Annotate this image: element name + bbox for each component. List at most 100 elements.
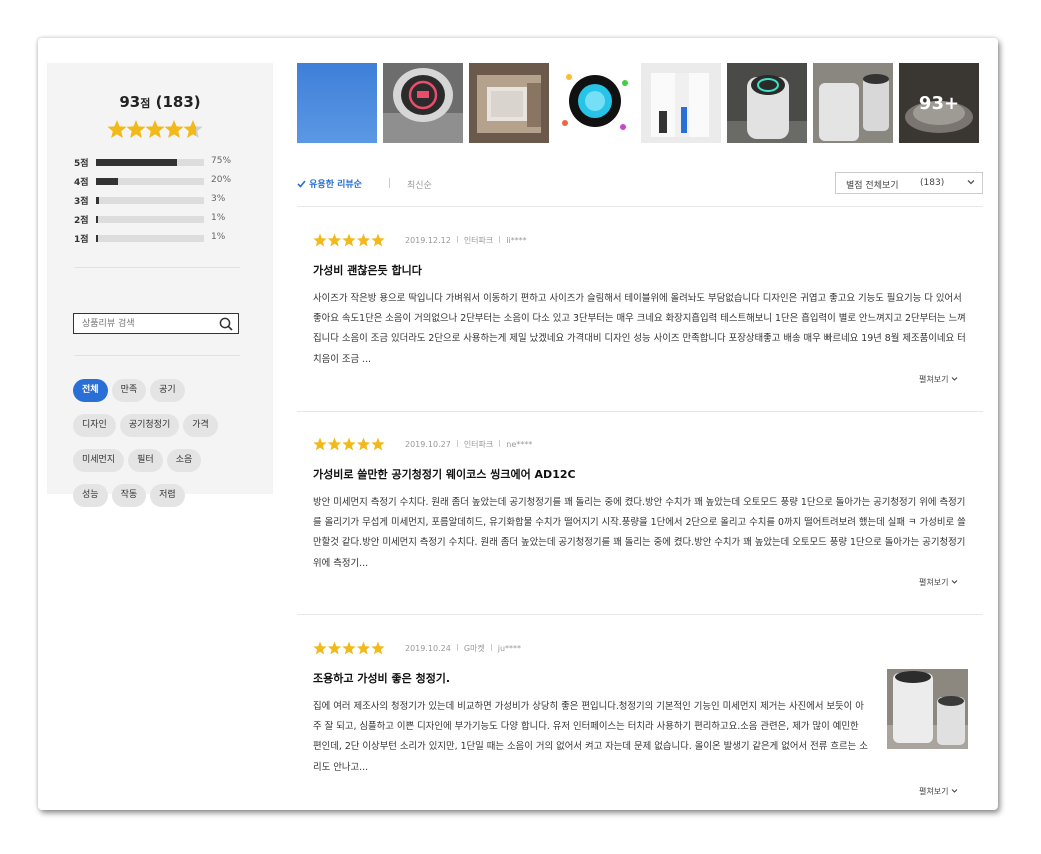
rating-bar-fill <box>96 178 118 185</box>
divider <box>499 236 501 243</box>
review-source: 인터파크 <box>463 236 494 245</box>
review-photo[interactable] <box>727 63 807 143</box>
review-panel: 93점 (183) 5점 75% 4점 20% 3점 3% 2점 1% 1점 1… <box>38 38 998 810</box>
divider <box>74 267 240 268</box>
chevron-down-icon <box>967 180 975 185</box>
review-meta: 2019.10.27 인터파크 ne**** <box>405 439 532 450</box>
review-photo[interactable] <box>813 63 893 143</box>
review-search-input[interactable] <box>82 316 212 331</box>
review-title: 조용하고 가성비 좋은 청정기. <box>313 672 451 685</box>
review-meta: 2019.10.24 G마켓 ju**** <box>405 643 521 654</box>
review-title: 가성비 괜찮은듯 합니다 <box>313 264 422 277</box>
rating-filter-label: 별점 전체보기 <box>846 181 899 191</box>
tag-design[interactable]: 디자인 <box>73 414 116 437</box>
expand-review-button[interactable]: 펼쳐보기 <box>919 577 958 588</box>
divider <box>456 236 458 243</box>
expand-review-button[interactable]: 펼쳐보기 <box>919 374 958 385</box>
chevron-down-icon <box>951 377 958 381</box>
rating-bar-track <box>96 178 204 185</box>
review-attached-photo[interactable] <box>887 669 968 749</box>
tag-fine-dust[interactable]: 미세먼지 <box>73 449 125 472</box>
chevron-down-icon <box>951 580 958 584</box>
review-body: 집에 여러 제조사의 청정기가 있는데 비교하면 가성비가 상당히 좋은 편입니… <box>313 701 868 773</box>
expand-review-button[interactable]: 펼쳐보기 <box>919 786 958 797</box>
tag-air[interactable]: 공기 <box>150 379 185 402</box>
review-photo[interactable] <box>641 63 721 143</box>
expand-label: 펼쳐보기 <box>919 375 949 384</box>
divider <box>499 440 501 447</box>
review-title: 가성비로 쓸만한 공기청정기 웨이코스 씽크에어 AD12C <box>313 468 576 481</box>
rating-bar-label: 4점 <box>74 178 89 188</box>
sort-helpful-label: 유용한 리뷰순 <box>309 180 362 190</box>
review-count: (183) <box>155 93 201 111</box>
rating-bar-fill <box>96 159 177 166</box>
rating-bar-track <box>96 216 204 223</box>
review-source: 인터파크 <box>463 440 494 449</box>
keyword-tags: 전체 만족 공기 디자인 공기청정기 가격 미세먼지 필터 소음 성능 작동 저렴 <box>73 377 253 517</box>
tag-satisfaction[interactable]: 만족 <box>111 379 147 402</box>
divider <box>297 206 983 207</box>
review-stars-icon <box>313 233 385 247</box>
review-item: 2019.12.12 인터파크 li**** 가성비 괜찮은듯 합니다 사이즈가 작… <box>313 233 973 393</box>
review-item: 2019.10.27 인터파크 ne**** 가성비로 쓸만한 공기청정기 웨이코스… <box>313 437 973 597</box>
rating-bar-track <box>96 159 204 166</box>
divider <box>456 440 458 447</box>
more-photos-count[interactable]: 93+ <box>899 63 979 143</box>
tag-air-purifier[interactable]: 공기청정기 <box>119 414 180 437</box>
search-icon[interactable] <box>219 317 233 331</box>
review-stars-icon <box>313 437 385 451</box>
review-stars-icon <box>313 641 385 655</box>
review-date: 2019.12.12 <box>405 236 451 245</box>
divider <box>297 411 983 412</box>
tag-cheap[interactable]: 저렴 <box>150 484 185 507</box>
tag-filter[interactable]: 필터 <box>128 449 163 472</box>
review-source: G마켓 <box>463 644 485 653</box>
rating-bar-label: 1점 <box>74 235 89 245</box>
rating-bar-percent: 20% <box>211 175 232 185</box>
review-search-box[interactable] <box>73 313 239 334</box>
review-photo-strip: 93+ <box>297 63 983 143</box>
rating-bar-percent: 75% <box>211 156 232 166</box>
sort-bar: 유용한 리뷰순 최신순 별점 전체보기 (183) <box>297 172 983 196</box>
rating-bar-label: 2점 <box>74 216 89 226</box>
review-user: ju**** <box>497 644 522 653</box>
divider <box>490 644 492 651</box>
rating-summary-sidebar: 93점 (183) 5점 75% 4점 20% 3점 3% 2점 1% 1점 1… <box>47 63 273 507</box>
score-unit: 점 <box>140 97 151 110</box>
tag-operation[interactable]: 작동 <box>111 484 147 507</box>
review-photo[interactable] <box>297 63 377 143</box>
rating-bar-track <box>96 197 204 204</box>
expand-label: 펼쳐보기 <box>919 578 949 587</box>
chevron-down-icon <box>951 789 958 793</box>
rating-bar-fill <box>96 197 100 204</box>
rating-bar-percent: 1% <box>211 213 226 223</box>
tag-all[interactable]: 전체 <box>73 379 108 402</box>
rating-filter-count: (183) <box>920 178 945 188</box>
rating-bar-fill <box>96 235 98 242</box>
tag-price[interactable]: 가격 <box>183 414 218 437</box>
tag-noise[interactable]: 소음 <box>166 449 202 472</box>
sort-helpful-tab[interactable]: 유용한 리뷰순 <box>297 177 362 190</box>
divider <box>74 355 240 356</box>
divider <box>456 644 458 651</box>
score-value: 93 <box>119 93 141 111</box>
review-body: 방안 미세먼지 측정기 수치다. 원래 좀더 높았는데 공기청정기를 꽤 돌리는… <box>313 497 966 569</box>
rating-bar-track <box>96 235 204 242</box>
rating-filter-select[interactable]: 별점 전체보기 (183) <box>835 172 983 194</box>
check-icon <box>297 180 306 188</box>
tag-performance[interactable]: 성능 <box>73 484 108 507</box>
review-photo[interactable] <box>469 63 549 143</box>
rating-bar-label: 5점 <box>74 159 89 169</box>
review-photo[interactable] <box>383 63 463 143</box>
sort-latest-tab[interactable]: 최신순 <box>407 178 432 191</box>
divider <box>389 178 390 188</box>
rating-bar-percent: 1% <box>211 232 226 242</box>
review-user: ne**** <box>506 440 533 449</box>
review-item: 2019.10.24 G마켓 ju**** 조용하고 가성비 좋은 청정기. 집에 … <box>313 641 973 801</box>
review-body: 사이즈가 작은방 용으로 딱입니다 가벼워서 이동하기 편하고 사이즈가 슬림해… <box>313 293 966 365</box>
review-photo[interactable] <box>555 63 635 143</box>
review-date: 2019.10.24 <box>405 644 451 653</box>
rating-bar-fill <box>96 216 98 223</box>
more-photos-button[interactable]: 93+ <box>899 63 979 143</box>
divider <box>297 614 983 615</box>
